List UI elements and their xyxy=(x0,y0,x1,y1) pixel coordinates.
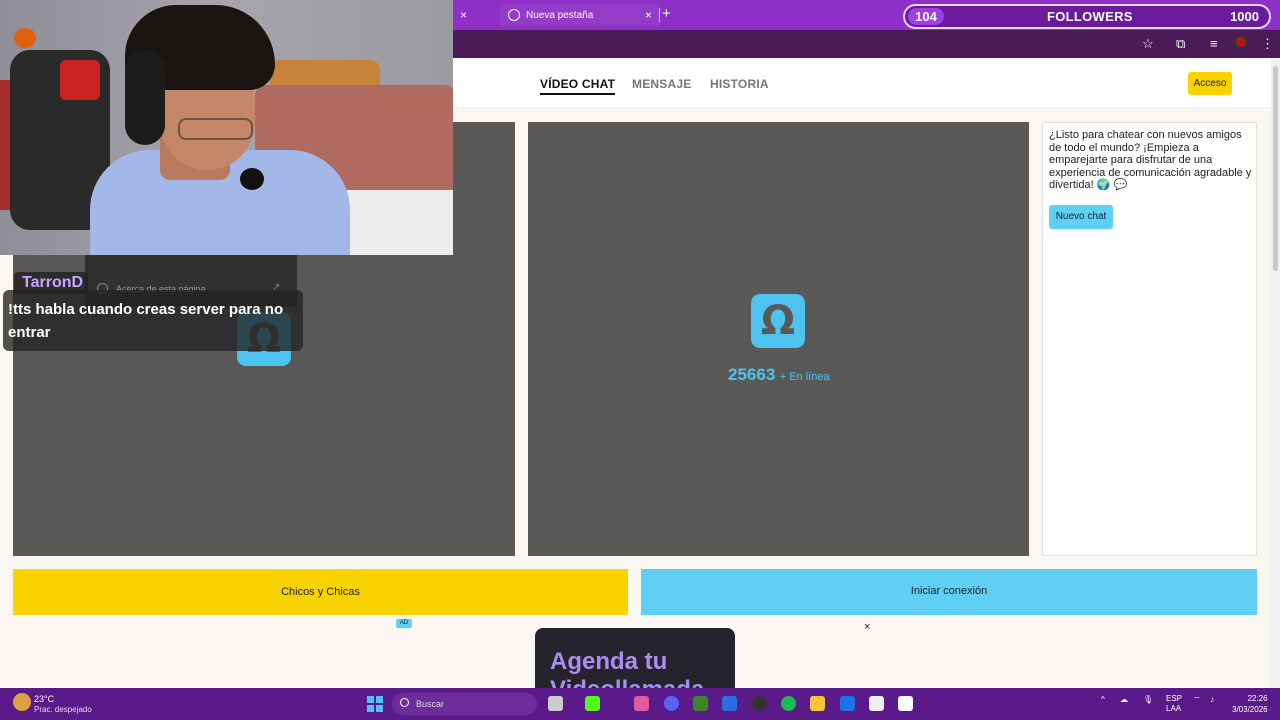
login-button[interactable]: Acceso xyxy=(1188,72,1232,95)
spotify-icon[interactable] xyxy=(781,696,796,711)
app-icon[interactable] xyxy=(722,696,737,711)
webcam-pumpkin xyxy=(14,28,36,48)
file-explorer-icon[interactable] xyxy=(810,696,825,711)
online-counter: 25663 + En línea xyxy=(728,365,830,385)
nav-historia[interactable]: HISTORIA xyxy=(710,77,769,91)
webcam-mic xyxy=(240,168,264,190)
nav-mensaje[interactable]: MENSAJE xyxy=(632,77,691,91)
followers-goal: 1000 xyxy=(1230,9,1259,24)
followers-label: FOLLOWERS xyxy=(1047,9,1133,24)
task-view-icon[interactable] xyxy=(548,696,563,711)
kick-app-icon[interactable] xyxy=(585,696,600,711)
tab-separator xyxy=(659,8,660,22)
chat-username: TarronD xyxy=(14,272,88,294)
search-icon xyxy=(400,698,409,707)
start-button-windows-icon[interactable] xyxy=(367,696,383,712)
welcome-message: ¿Listo para chatear con nuevos amigos de… xyxy=(1049,129,1252,191)
webcam-headset xyxy=(125,50,165,145)
nav-video-chat[interactable]: VÍDEO CHAT xyxy=(540,77,616,95)
weather-description[interactable]: Prac. despejado xyxy=(34,705,92,714)
extensions-icon[interactable]: ⧉ xyxy=(1176,36,1185,52)
weather-icon[interactable] xyxy=(13,693,31,711)
discord-icon[interactable] xyxy=(664,696,679,711)
start-connection-button[interactable]: Iniciar conexión xyxy=(641,569,1257,615)
ad-badge: AD xyxy=(396,619,412,628)
new-tab-button[interactable]: + xyxy=(662,5,671,22)
minecraft-icon[interactable] xyxy=(693,696,708,711)
language-secondary: LAA xyxy=(1166,704,1182,713)
webcam-overlay xyxy=(0,0,453,255)
gender-filter-button[interactable]: Chicos y Chicas xyxy=(13,569,628,615)
volume-icon[interactable]: ♪ xyxy=(1210,695,1214,704)
clock-date: 3/03/2026 xyxy=(1232,705,1268,714)
outlook-icon[interactable] xyxy=(840,696,855,711)
language-indicator[interactable]: ESP LAA xyxy=(1166,694,1182,714)
bookmark-star-icon[interactable]: ☆ xyxy=(1142,36,1154,52)
online-suffix: + En línea xyxy=(779,371,830,383)
omega-logo-icon: Ω xyxy=(751,294,805,348)
clock-time: 22:26 xyxy=(1247,694,1268,703)
weather-temperature[interactable]: 23°C xyxy=(34,694,54,704)
new-chat-button[interactable]: Nuevo chat xyxy=(1049,205,1113,229)
followers-count: 104 xyxy=(908,8,944,25)
ad-close-icon[interactable]: × xyxy=(864,621,870,633)
browser-menu-icon[interactable]: ⋮ xyxy=(1261,36,1274,52)
store-icon[interactable] xyxy=(869,696,884,711)
language-primary: ESP xyxy=(1166,694,1183,703)
profile-avatar[interactable] xyxy=(1234,35,1248,49)
wifi-icon[interactable]: ⌔ xyxy=(1193,695,1201,705)
ad-headline-1: Agenda tu xyxy=(550,648,668,675)
roblox-icon[interactable] xyxy=(898,696,913,711)
webcam-glasses xyxy=(178,118,253,140)
tray-chevron-icon[interactable]: ^ xyxy=(1101,695,1105,704)
obs-icon[interactable] xyxy=(752,696,767,711)
online-count: 25663 xyxy=(728,365,776,384)
system-clock[interactable]: 22:26 3/03/2026 xyxy=(1232,693,1268,715)
scrollbar-thumb[interactable] xyxy=(1273,66,1278,271)
microphone-icon[interactable]: 🎙 xyxy=(1143,695,1153,704)
copilot-icon[interactable] xyxy=(634,696,649,711)
chat-message: !tts habla cuando creas server para no e… xyxy=(8,301,284,341)
ad-headline-2: Videollamada xyxy=(550,676,704,688)
tab-close-icon[interactable]: × xyxy=(645,8,652,22)
tab-nueva-pestana[interactable]: Nueva pestaña × xyxy=(500,4,660,26)
tab-label: Nueva pestaña xyxy=(526,9,594,21)
ad-banner[interactable]: Agenda tu Videollamada xyxy=(535,628,735,688)
media-controls-icon[interactable]: ≡ xyxy=(1210,36,1218,51)
onedrive-icon[interactable]: ☁ xyxy=(1120,695,1128,704)
tab-close-icon[interactable]: × xyxy=(460,8,467,22)
globe-icon xyxy=(508,9,520,21)
webcam-chair-accent xyxy=(60,60,100,100)
taskbar-search[interactable]: Buscar xyxy=(392,693,537,715)
followers-goal-widget: 104 FOLLOWERS 1000 xyxy=(903,4,1271,29)
tab-previous[interactable]: × xyxy=(448,4,498,26)
